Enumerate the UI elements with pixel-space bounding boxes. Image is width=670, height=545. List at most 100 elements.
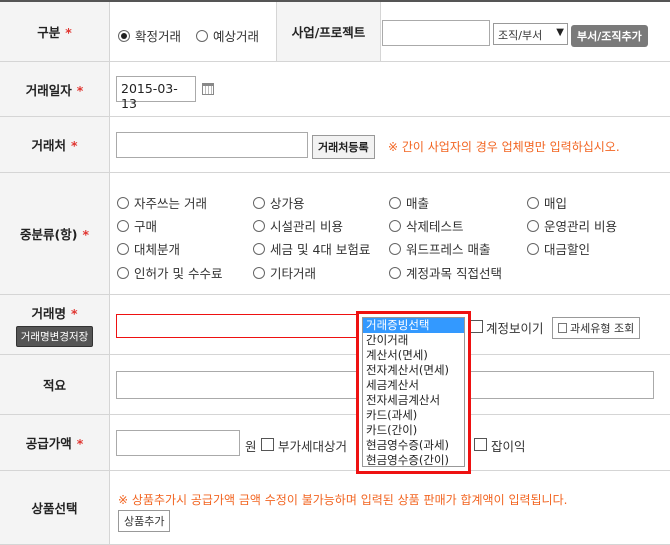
category-option-label: 매입 bbox=[544, 196, 568, 211]
radio-dot bbox=[253, 242, 265, 255]
product-notice: ※ 상품추가시 공급가액 금액 수정이 불가능하며 입력된 상품 판매가 합계액… bbox=[118, 493, 568, 507]
radio-dot bbox=[527, 242, 539, 255]
label-transaction-name: 거래명 * 거래명변경저장 bbox=[0, 295, 110, 354]
category-option-label: 기타거래 bbox=[270, 266, 317, 281]
required-mark: * bbox=[76, 436, 84, 451]
label-supply-amount: 공급가액 * bbox=[0, 415, 110, 470]
required-mark: * bbox=[82, 227, 89, 242]
dropdown-option[interactable]: 거래증빙선택 bbox=[363, 318, 464, 333]
transaction-form: 구분 * 확정거래 예상거래 사업/프로젝트 조직/부서 ▼ 부서/조직추가 거… bbox=[0, 0, 670, 545]
label-text: 중분류(항) bbox=[20, 227, 78, 242]
supply-amount-input[interactable] bbox=[116, 430, 240, 456]
label-product: 상품선택 bbox=[0, 471, 110, 544]
category-option[interactable]: 세금 및 4대 보험료 bbox=[253, 239, 370, 258]
dropdown-option[interactable]: 카드(과세) bbox=[363, 408, 464, 423]
date-input[interactable]: 2015-03-13 bbox=[116, 76, 196, 111]
vat-label: 부가세대상거 bbox=[278, 439, 348, 454]
category-option[interactable]: 운영관리 비용 bbox=[527, 216, 617, 235]
category-option-label: 운영관리 비용 bbox=[544, 219, 617, 234]
radio-dot bbox=[389, 242, 401, 255]
radio-dot bbox=[117, 266, 129, 279]
label-client: 거래처 * bbox=[0, 117, 110, 172]
dropdown-option[interactable]: 세금계산서 bbox=[363, 378, 464, 393]
category-option[interactable]: 매입 bbox=[527, 193, 567, 212]
calendar-icon[interactable] bbox=[202, 83, 214, 95]
currency-unit: 원 bbox=[245, 439, 257, 454]
category-option[interactable]: 대금할인 bbox=[527, 239, 590, 258]
required-mark: * bbox=[70, 305, 78, 321]
radio-dot bbox=[527, 196, 539, 209]
radio-dot bbox=[117, 242, 129, 255]
category-option-label: 구매 bbox=[134, 219, 158, 234]
category-option-label: 대체분개 bbox=[134, 242, 181, 257]
required-mark: * bbox=[70, 138, 78, 153]
content-category: 자주쓰는 거래 상가용 매출 매입 구매 시설관리 비용 삭제테스트 운영관리 … bbox=[110, 173, 670, 294]
radio-dot bbox=[117, 219, 129, 232]
row-transaction-name: 거래명 * 거래명변경저장 계정보이기 과세유형 조회 bbox=[0, 295, 670, 355]
radio-dot bbox=[253, 196, 265, 209]
content-client: 거래처등록 ※ 간이 사업자의 경우 업체명만 입력하십시오. bbox=[110, 117, 670, 172]
label-text: 구분 bbox=[37, 25, 61, 40]
row-client: 거래처 * 거래처등록 ※ 간이 사업자의 경우 업체명만 입력하십시오. bbox=[0, 117, 670, 173]
org-select[interactable]: 조직/부서 ▼ bbox=[493, 23, 568, 45]
content-type: 확정거래 예상거래 사업/프로젝트 조직/부서 ▼ 부서/조직추가 bbox=[110, 2, 670, 61]
radio-dot-selected bbox=[118, 29, 130, 42]
evidence-dropdown-highlight: 거래증빙선택 간이거래 계산서(면세) 전자계산서(면세) 세금계산서 전자세금… bbox=[356, 311, 471, 474]
category-option[interactable]: 시설관리 비용 bbox=[253, 216, 343, 235]
row-product: 상품선택 ※ 상품추가시 공급가액 금액 수정이 불가능하며 입력된 상품 판매… bbox=[0, 471, 670, 545]
project-input[interactable] bbox=[382, 20, 490, 46]
dropdown-option[interactable]: 간이거래 bbox=[363, 333, 464, 348]
category-option[interactable]: 삭제테스트 bbox=[389, 216, 464, 235]
dropdown-option[interactable]: 전자계산서(면세) bbox=[363, 363, 464, 378]
add-product-button[interactable]: 상품추가 bbox=[118, 510, 171, 532]
register-client-button[interactable]: 거래처등록 bbox=[312, 135, 375, 159]
account-view-checkbox[interactable] bbox=[470, 319, 483, 333]
search-doc-icon bbox=[558, 323, 567, 333]
radio-dot bbox=[389, 219, 401, 232]
tax-type-label: 과세유형 조회 bbox=[570, 322, 635, 335]
tax-type-button[interactable]: 과세유형 조회 bbox=[552, 317, 641, 339]
dropdown-option[interactable]: 현금영수증(간이) bbox=[363, 453, 464, 468]
category-option[interactable]: 대체분개 bbox=[117, 239, 180, 258]
category-option[interactable]: 매출 bbox=[389, 193, 429, 212]
radio-dot bbox=[389, 266, 401, 279]
dropdown-option[interactable]: 현금영수증(과세) bbox=[363, 438, 464, 453]
radio-dot bbox=[253, 219, 265, 232]
checkbox-box bbox=[261, 438, 274, 451]
category-option[interactable]: 구매 bbox=[117, 216, 157, 235]
category-option[interactable]: 기타거래 bbox=[253, 263, 316, 282]
label-text: 공급가액 bbox=[25, 436, 72, 451]
content-product: ※ 상품추가시 공급가액 금액 수정이 불가능하며 입력된 상품 판매가 합계액… bbox=[110, 471, 670, 544]
label-text: 거래처 bbox=[31, 138, 66, 153]
dropdown-option[interactable]: 전자세금계산서 bbox=[363, 393, 464, 408]
add-org-button[interactable]: 부서/조직추가 bbox=[571, 25, 648, 47]
category-option[interactable]: 계정과목 직접선택 bbox=[389, 263, 502, 282]
category-option-label: 매출 bbox=[406, 196, 430, 211]
category-option[interactable]: 워드프레스 매출 bbox=[389, 239, 490, 258]
radio-dot bbox=[253, 266, 265, 279]
dropdown-option[interactable]: 계산서(면세) bbox=[363, 348, 464, 363]
category-option[interactable]: 자주쓰는 거래 bbox=[117, 193, 207, 212]
radio-expected[interactable]: 예상거래 bbox=[196, 26, 259, 45]
category-option[interactable]: 인허가 및 수수료 bbox=[117, 263, 222, 282]
category-option-label: 계정과목 직접선택 bbox=[406, 266, 502, 281]
save-name-button[interactable]: 거래명변경저장 bbox=[15, 325, 94, 347]
category-option-label: 인허가 및 수수료 bbox=[134, 266, 223, 281]
account-view-label: 계정보이기 bbox=[486, 321, 544, 336]
transaction-name-input[interactable] bbox=[116, 314, 358, 338]
client-input[interactable] bbox=[116, 132, 308, 158]
radio-expected-label: 예상거래 bbox=[213, 29, 260, 44]
row-date: 거래일자 * 2015-03-13 bbox=[0, 62, 670, 117]
misc-income-checkbox[interactable] bbox=[474, 437, 487, 451]
radio-confirmed[interactable]: 확정거래 bbox=[118, 26, 181, 45]
required-mark: * bbox=[65, 25, 72, 40]
category-option-label: 워드프레스 매출 bbox=[406, 242, 491, 257]
dropdown-option[interactable]: 카드(간이) bbox=[363, 423, 464, 438]
label-text: 상품선택 bbox=[31, 501, 78, 516]
radio-dot bbox=[196, 29, 208, 42]
category-option[interactable]: 상가용 bbox=[253, 193, 305, 212]
category-option-label: 대금할인 bbox=[544, 242, 591, 257]
evidence-dropdown-list[interactable]: 거래증빙선택 간이거래 계산서(면세) 전자계산서(면세) 세금계산서 전자세금… bbox=[362, 317, 465, 467]
vat-checkbox[interactable] bbox=[261, 437, 274, 451]
client-notice: ※ 간이 사업자의 경우 업체명만 입력하십시오. bbox=[388, 140, 620, 154]
